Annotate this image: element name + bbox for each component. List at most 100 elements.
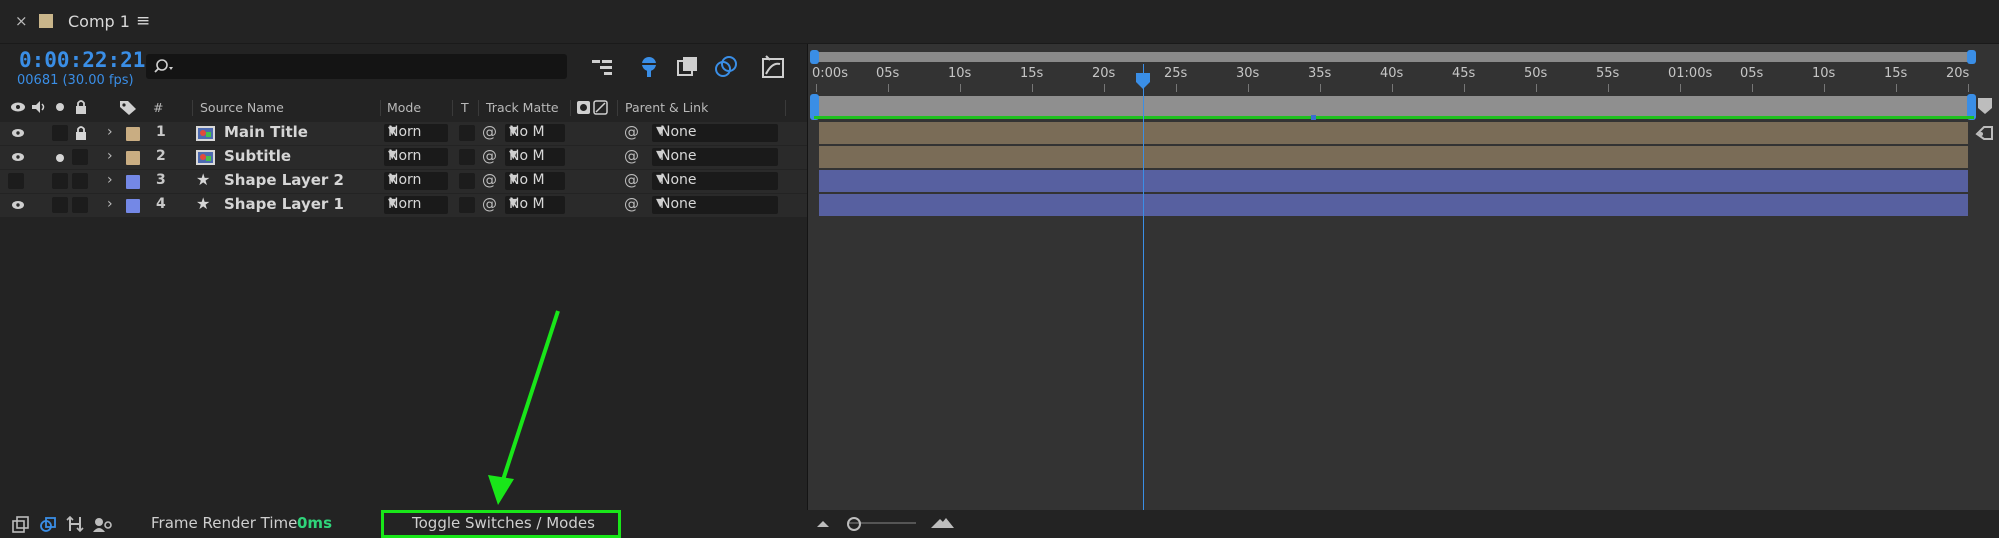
lock-toggle[interactable] (72, 149, 88, 165)
frame-blending-icon[interactable] (675, 55, 701, 79)
solo-toggle[interactable] (52, 173, 68, 189)
layer-bar-shape-layer-2[interactable] (819, 170, 1968, 192)
expand-chevron-icon[interactable]: › (107, 196, 113, 212)
preserve-transparency-toggle[interactable] (459, 173, 475, 189)
lock-toggle[interactable] (72, 173, 88, 189)
chevron-down-icon: ▼ (509, 172, 518, 185)
motion-blur-icon[interactable] (713, 55, 739, 79)
layer-bar-main-title[interactable] (819, 122, 1968, 144)
column-separator (380, 100, 381, 116)
video-eye-icon[interactable] (11, 200, 25, 210)
zoom-out-icon[interactable] (815, 516, 831, 530)
pick-whip-icon[interactable]: @ (482, 195, 497, 213)
navigator-start-handle[interactable] (810, 50, 819, 64)
parent-pick-whip-icon[interactable]: @ (624, 171, 639, 189)
timeline-area[interactable]: 0:00s 05s 10s 15s 20s 25s 30s 35s 40s 45s 50s 55s 01… (808, 44, 1999, 510)
layer-row[interactable]: › 2 Subtitle Norn ▼ @ No M ▼ @ None ▼ (0, 146, 808, 169)
expand-chevron-icon[interactable]: › (107, 124, 113, 140)
comp-tab-title[interactable]: Comp 1 (68, 12, 130, 31)
zoom-in-icon[interactable] (930, 514, 956, 530)
parent-pick-whip-icon[interactable]: @ (624, 123, 639, 141)
layer-name[interactable]: Shape Layer 2 (224, 171, 344, 189)
layer-name[interactable]: Main Title (224, 123, 308, 141)
annotation-arrow (488, 310, 560, 505)
time-navigator[interactable] (814, 52, 1974, 62)
close-tab-button[interactable]: × (15, 12, 28, 30)
mode-dropdown[interactable]: Norn ▼ (384, 196, 448, 214)
layer-bar-subtitle[interactable] (819, 146, 1968, 168)
solo-toggle[interactable] (52, 125, 68, 141)
expand-chevron-icon[interactable]: › (107, 148, 113, 164)
layer-name[interactable]: Subtitle (224, 147, 291, 165)
parent-dropdown[interactable]: None ▼ (652, 172, 778, 190)
track-matte-dropdown[interactable]: No M ▼ (505, 196, 565, 214)
preserve-transparency-toggle[interactable] (459, 125, 475, 141)
mode-dropdown[interactable]: Norn ▼ (384, 124, 448, 142)
preserve-transparency-toggle[interactable] (459, 149, 475, 165)
ruler-tick-label: 0:00s (812, 66, 848, 81)
track-matte-dropdown[interactable]: No M ▼ (505, 172, 565, 190)
frame-count-display: 00681 (30.00 fps) (17, 73, 134, 88)
layer-row[interactable]: › 3 ★ Shape Layer 2 Norn ▼ @ No M ▼ @ None… (0, 170, 808, 193)
preserve-transparency-toggle[interactable] (459, 197, 475, 213)
layer-switches-icon[interactable] (12, 516, 30, 534)
track-matte-dropdown[interactable]: No M ▼ (505, 124, 565, 142)
playhead-line[interactable] (1142, 64, 1144, 510)
layer-label-swatch[interactable] (126, 175, 140, 189)
navigator-end-handle[interactable] (1967, 50, 1976, 64)
pick-whip-icon[interactable]: @ (482, 147, 497, 165)
solo-toggle[interactable] (52, 197, 68, 213)
layer-name[interactable]: Shape Layer 1 (224, 195, 344, 213)
time-ruler[interactable]: 0:00s 05s 10s 15s 20s 25s 30s 35s 40s 45s 50s 55s 01… (808, 66, 1999, 94)
video-eye-toggle[interactable] (8, 173, 24, 189)
layer-row[interactable]: › 1 Main Title Norn ▼ @ No M ▼ @ None ▼ (0, 122, 808, 145)
search-icon (154, 59, 173, 73)
parent-pick-whip-icon[interactable]: @ (624, 195, 639, 213)
work-area-bar[interactable] (814, 96, 1974, 118)
transfer-controls-icon[interactable] (39, 516, 57, 534)
layer-bar-shape-layer-1[interactable] (819, 194, 1968, 216)
layer-row[interactable]: › 4 ★ Shape Layer 1 Norn ▼ @ No M ▼ @ None… (0, 194, 808, 217)
layer-label-swatch[interactable] (126, 199, 140, 213)
chevron-down-icon: ▼ (388, 172, 397, 185)
column-separator (785, 100, 786, 116)
toggle-switches-modes-button[interactable]: Toggle Switches / Modes (412, 514, 595, 532)
draft-3d-icon[interactable] (636, 55, 662, 79)
panel-menu-icon[interactable]: ≡ (136, 11, 150, 31)
expand-chevron-icon[interactable]: › (107, 172, 113, 188)
ruler-tick-label: 40s (1380, 66, 1404, 81)
search-input[interactable] (146, 54, 567, 79)
parent-dropdown[interactable]: None ▼ (652, 148, 778, 166)
mode-dropdown[interactable]: Norn ▼ (384, 148, 448, 166)
in-out-stretch-icon[interactable] (66, 515, 84, 533)
video-eye-icon[interactable] (11, 152, 25, 162)
comp-marker-bin-icon[interactable] (1976, 96, 1994, 116)
layer-label-swatch[interactable] (126, 127, 140, 141)
layer-label-swatch[interactable] (126, 151, 140, 165)
source-name-column-header[interactable]: Source Name (200, 100, 284, 115)
lock-icon[interactable] (74, 125, 88, 141)
zoom-slider-thumb[interactable] (847, 517, 861, 531)
pick-whip-icon[interactable]: @ (482, 171, 497, 189)
mode-dropdown[interactable]: Norn ▼ (384, 172, 448, 190)
ruler-tick-label: 15s (1884, 66, 1908, 81)
playhead-marker-icon[interactable] (1135, 72, 1151, 90)
ruler-tick-label: 05s (1740, 66, 1764, 81)
comp-flowchart-icon[interactable] (590, 57, 616, 79)
lock-toggle[interactable] (72, 197, 88, 213)
ruler-tick-mark (1752, 84, 1753, 92)
chevron-down-icon: ▼ (656, 196, 665, 209)
comp-button-icon[interactable] (1974, 124, 1996, 142)
parent-pick-whip-icon[interactable]: @ (624, 147, 639, 165)
render-time-pane-icon[interactable] (92, 516, 114, 534)
ruler-tick-mark (1968, 84, 1969, 92)
track-matte-dropdown[interactable]: No M ▼ (505, 148, 565, 166)
video-eye-icon[interactable] (11, 128, 25, 138)
solo-icon[interactable] (55, 153, 65, 163)
current-time-display[interactable]: 0:00:22:21 (19, 48, 145, 72)
parent-dropdown[interactable]: None ▼ (652, 124, 778, 142)
parent-dropdown[interactable]: None ▼ (652, 196, 778, 214)
ruler-tick-mark (1392, 84, 1393, 92)
graph-editor-icon[interactable] (760, 54, 786, 80)
pick-whip-icon[interactable]: @ (482, 123, 497, 141)
